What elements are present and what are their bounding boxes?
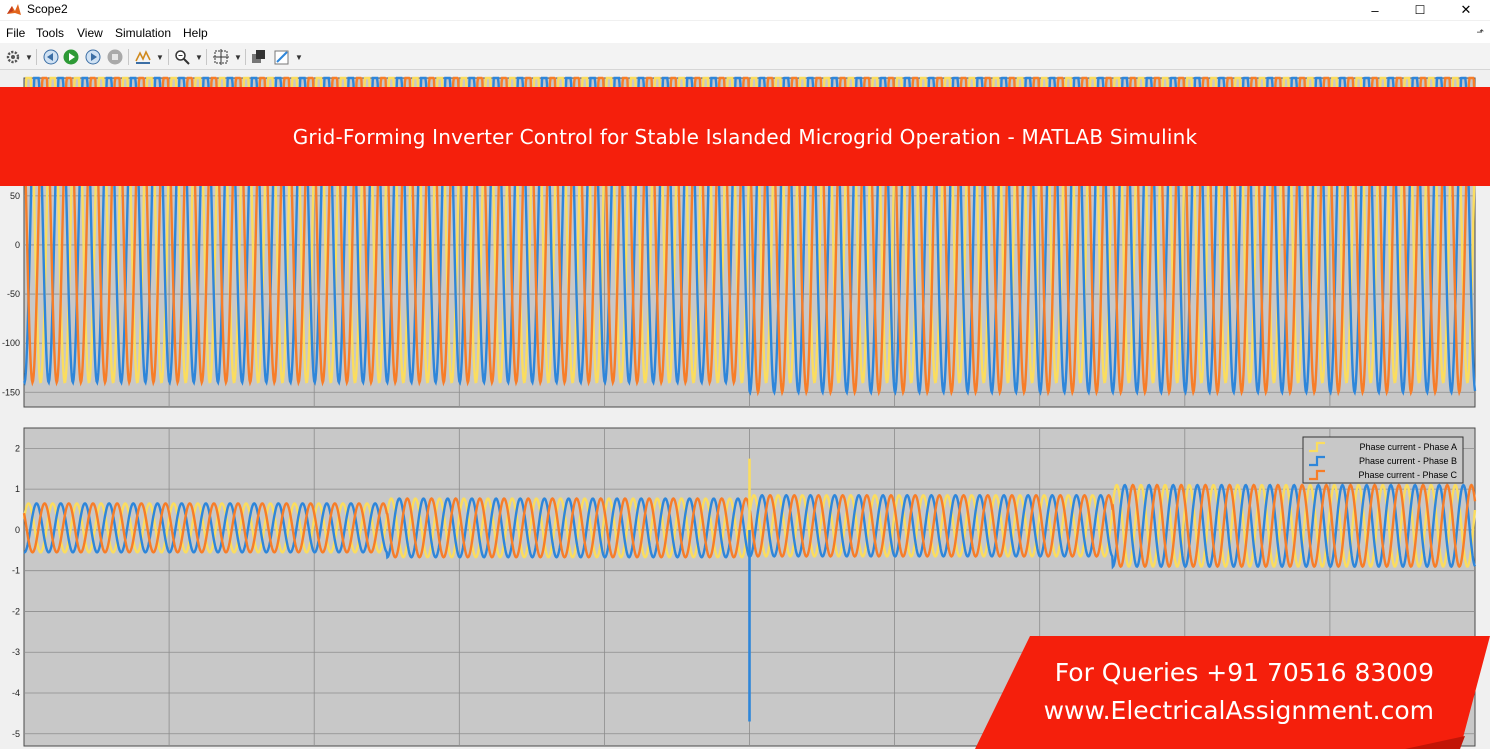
maximize-icon: ☐: [1414, 3, 1426, 17]
undock-icon[interactable]: ⬏: [1476, 27, 1484, 38]
axes-2-ytick-label: -4: [12, 688, 20, 698]
axes-2-ytick-label: 1: [15, 484, 20, 494]
axes-2-ytick-label: 2: [15, 443, 20, 453]
axes-1-ytick-label: -150: [2, 387, 20, 397]
axes-1-ytick-label: 0: [15, 240, 20, 250]
promo-website: www.ElectricalAssignment.com: [1043, 696, 1434, 725]
toolbar-separator: [168, 49, 169, 65]
contact-promo: For Queries +91 70516 83009 www.Electric…: [975, 636, 1490, 749]
signal-select-icon[interactable]: [134, 48, 152, 66]
minimize-button[interactable]: –: [1352, 0, 1398, 20]
legend-entry: Phase current - Phase C: [1358, 470, 1457, 480]
legend-entry: Phase current - Phase B: [1359, 456, 1457, 466]
menu-tools[interactable]: Tools: [36, 26, 64, 40]
toolbar-separator: [245, 49, 246, 65]
run-icon[interactable]: [62, 48, 80, 66]
matlab-logo-icon: [7, 4, 21, 15]
toolbar-separator: [36, 49, 37, 65]
toolbar-separator: [128, 49, 129, 65]
menu-bar: File Tools View Simulation Help ⬏: [0, 21, 1490, 43]
signal-select-dropdown-icon[interactable]: ▼: [156, 53, 164, 62]
axes-2-ytick-label: 0: [15, 525, 20, 535]
bring-front-icon[interactable]: [250, 48, 268, 66]
axes-1-ytick-label: -100: [2, 338, 20, 348]
promo-phone: For Queries +91 70516 83009: [1054, 658, 1434, 687]
legend-entry: Phase current - Phase A: [1359, 442, 1457, 452]
axes-2-ytick-label: -3: [12, 647, 20, 657]
zoom-dropdown-icon[interactable]: ▼: [195, 53, 203, 62]
menu-view[interactable]: View: [77, 26, 103, 40]
axes-2-ytick-label: -2: [12, 606, 20, 616]
menu-help[interactable]: Help: [183, 26, 208, 40]
menu-file[interactable]: File: [6, 26, 25, 40]
axes-1-ytick-label: 50: [10, 191, 20, 201]
stop-icon[interactable]: [106, 48, 124, 66]
video-title-banner: Grid-Forming Inverter Control for Stable…: [0, 87, 1490, 186]
settings-icon[interactable]: [4, 48, 22, 66]
axes-2-ytick-label: -5: [12, 729, 20, 739]
zoom-icon[interactable]: [173, 48, 191, 66]
step-forward-icon[interactable]: [84, 48, 102, 66]
axes-1-ytick-label: -50: [7, 289, 20, 299]
close-button[interactable]: ✕: [1443, 0, 1489, 20]
step-back-icon[interactable]: [42, 48, 60, 66]
maximize-button[interactable]: ☐: [1397, 0, 1443, 20]
style-dropdown-icon[interactable]: ▼: [295, 53, 303, 62]
toolbar: ▼ ▼ ▼ ▼ ▼: [0, 43, 1490, 70]
toolbar-separator: [206, 49, 207, 65]
style-icon[interactable]: [273, 48, 291, 66]
title-bar: Scope2 – ☐ ✕: [0, 0, 1490, 20]
close-icon: ✕: [1460, 2, 1472, 17]
axes-2-ytick-label: -1: [12, 566, 20, 576]
promo-background: [975, 636, 1490, 749]
fit-axes-icon[interactable]: [212, 48, 230, 66]
banner-text: Grid-Forming Inverter Control for Stable…: [292, 124, 1198, 149]
fit-axes-dropdown-icon[interactable]: ▼: [234, 53, 242, 62]
minimize-icon: –: [1371, 2, 1379, 18]
menu-simulation[interactable]: Simulation: [115, 26, 171, 40]
settings-dropdown-icon[interactable]: ▼: [25, 53, 33, 62]
window-title: Scope2: [27, 2, 68, 16]
